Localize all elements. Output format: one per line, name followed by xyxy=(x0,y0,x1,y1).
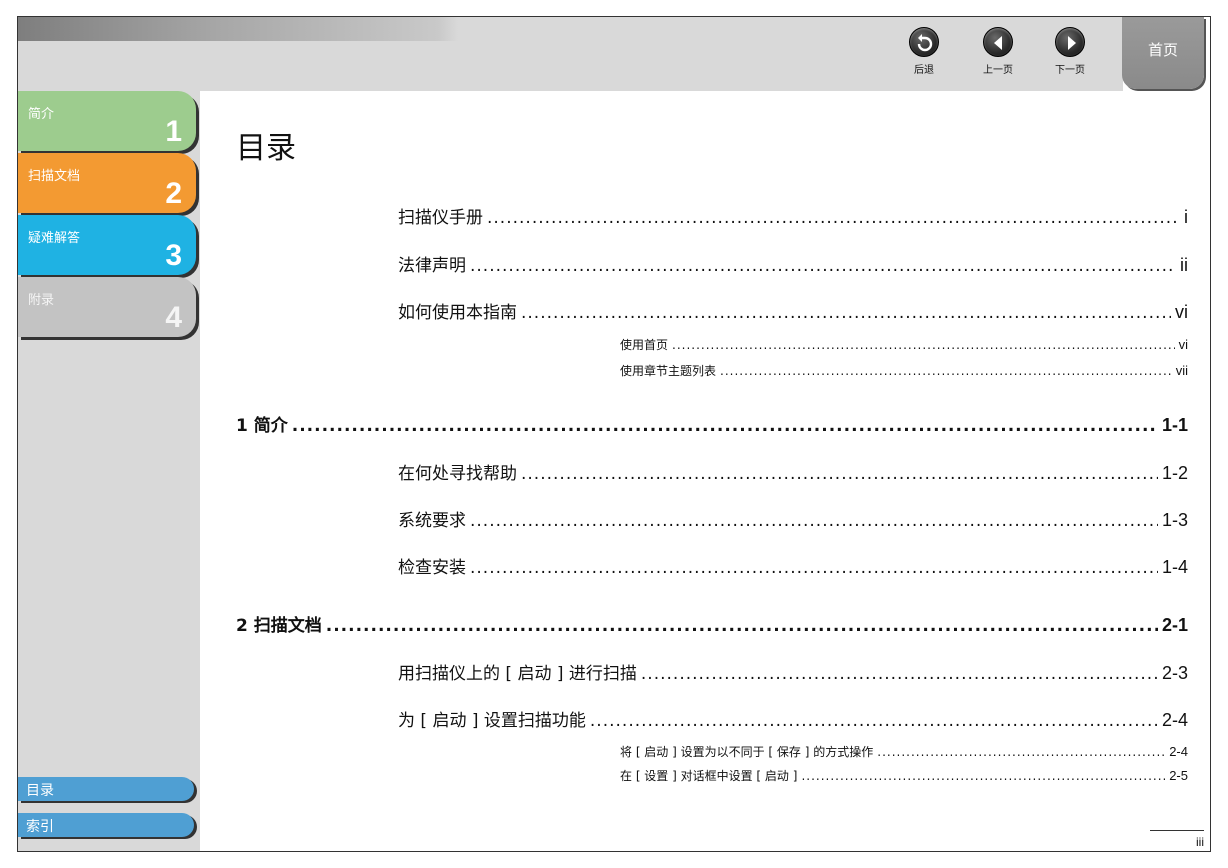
toc-entry[interactable]: 用扫描仪上的 [ 启动 ] 进行扫描 2-3 xyxy=(398,659,1188,684)
chapter-tab-appendix[interactable]: 附录 4 xyxy=(18,277,196,337)
home-button-label: 首页 xyxy=(1147,41,1178,59)
back-button[interactable]: 后退 xyxy=(896,27,952,89)
toc-leader-dots xyxy=(470,558,1158,578)
toc-leader-dots xyxy=(672,338,1175,352)
chapter-tab-title: 疑难解答 xyxy=(28,231,81,246)
contents-tab[interactable]: 目录 xyxy=(18,777,194,801)
toc-leader-dots xyxy=(326,616,1158,636)
toc-chapter-entry[interactable]: 2 扫描文档 2-1 xyxy=(236,611,1188,636)
toc-leader-dots xyxy=(877,745,1165,759)
toc-chapter-entry[interactable]: 1 简介 1-1 xyxy=(236,411,1188,436)
chapter-tab-number: 4 xyxy=(165,301,182,334)
toc-entry-page: 1-3 xyxy=(1161,510,1188,530)
toc-entry-label: 将 [ 启动 ] 设置为以不同于 [ 保存 ] 的方式操作 xyxy=(620,745,874,759)
toc-leader-dots xyxy=(720,364,1172,378)
toolbar-gradient-strip xyxy=(18,17,1123,41)
toc-entry-label: 使用章节主题列表 xyxy=(620,364,717,378)
toc-entry-page: 2-4 xyxy=(1169,744,1188,759)
chapter-tab-introduction[interactable]: 简介 1 xyxy=(18,91,196,151)
toc-entry-page: vii xyxy=(1175,363,1188,378)
triangle-right-icon xyxy=(1055,27,1085,57)
toc-entry[interactable]: 检查安装 1-4 xyxy=(398,553,1188,578)
chapter-tab-number: 2 xyxy=(165,177,182,210)
toc-entry-page: i xyxy=(1184,207,1188,227)
triangle-left-icon xyxy=(983,27,1013,57)
toc-leader-dots xyxy=(487,208,1180,228)
next-page-label: 下一页 xyxy=(1055,65,1085,76)
toc-entry-label: 1 简介 xyxy=(236,416,288,436)
page-title: 目录 xyxy=(236,131,296,166)
toc-entry-label: 扫描仪手册 xyxy=(398,208,483,228)
toc-entry[interactable]: 法律声明 ii xyxy=(398,251,1188,276)
chapter-tab-troubleshooting[interactable]: 疑难解答 3 xyxy=(18,215,196,275)
chapter-tab-number: 3 xyxy=(165,239,182,272)
contents-page: 目录 扫描仪手册 i 法律声明 ii 如何使用本指南 vi 使用首页 vi xyxy=(200,91,1210,851)
toc-entry-page: vi xyxy=(1175,302,1188,322)
toc-entry-page: 1-1 xyxy=(1161,415,1188,435)
toc-entry-page: 1-4 xyxy=(1161,557,1188,577)
page-number: iii xyxy=(1196,835,1204,849)
chapter-tab-scanning[interactable]: 扫描文档 2 xyxy=(18,153,196,213)
toc-entry-page: 2-4 xyxy=(1161,710,1188,730)
toc-entry-page: 1-2 xyxy=(1161,463,1188,483)
toc-entry[interactable]: 系统要求 1-3 xyxy=(398,506,1188,531)
toc-subentry[interactable]: 使用首页 vi xyxy=(620,336,1188,353)
toc-entry-label: 用扫描仪上的 [ 启动 ] 进行扫描 xyxy=(398,664,637,684)
toc-entry-page: 2-3 xyxy=(1161,663,1188,683)
chapter-sidebar: 简介 1 扫描文档 2 疑难解答 3 附录 4 目录 索引 xyxy=(18,91,200,851)
toc-entry-page: 2-1 xyxy=(1161,615,1188,635)
previous-page-button[interactable]: 上一页 xyxy=(970,27,1026,89)
toc-entry-label: 如何使用本指南 xyxy=(398,303,517,323)
toc-leader-dots xyxy=(590,711,1158,731)
toc-entry-label: 在何处寻找帮助 xyxy=(398,464,517,484)
toc-entry-label: 使用首页 xyxy=(620,338,669,352)
chapter-tab-number: 1 xyxy=(165,115,182,148)
toc-entry-page: ii xyxy=(1180,255,1188,275)
toc-entry[interactable]: 扫描仪手册 i xyxy=(398,203,1188,228)
toc-subentry[interactable]: 将 [ 启动 ] 设置为以不同于 [ 保存 ] 的方式操作 2-4 xyxy=(620,743,1188,760)
toc-entry-page: vi xyxy=(1178,337,1188,352)
toc-leader-dots xyxy=(292,416,1158,436)
toolbar-body xyxy=(18,41,1123,91)
back-arrow-icon xyxy=(909,27,939,57)
toc-entry[interactable]: 如何使用本指南 vi xyxy=(398,298,1188,323)
toc-leader-dots xyxy=(470,511,1158,531)
index-tab[interactable]: 索引 xyxy=(18,813,194,837)
toc-leader-dots xyxy=(641,664,1158,684)
toc-entry[interactable]: 为 [ 启动 ] 设置扫描功能 2-4 xyxy=(398,706,1188,731)
toc-entry-label: 法律声明 xyxy=(398,256,466,276)
previous-page-label: 上一页 xyxy=(983,65,1013,76)
toc-leader-dots xyxy=(521,303,1171,323)
toc-entry-label: 在 [ 设置 ] 对话框中设置 [ 启动 ] xyxy=(620,769,798,783)
top-toolbar: 后退 上一页 下一页 xyxy=(18,17,1123,91)
chapter-tab-title: 扫描文档 xyxy=(28,169,81,184)
toc-leader-dots xyxy=(521,464,1158,484)
toc-leader-dots xyxy=(470,256,1176,276)
toc-entry[interactable]: 在何处寻找帮助 1-2 xyxy=(398,459,1188,484)
toc-subentry[interactable]: 在 [ 设置 ] 对话框中设置 [ 启动 ] 2-5 xyxy=(620,767,1188,784)
chapter-tab-title: 附录 xyxy=(28,293,55,308)
back-button-label: 后退 xyxy=(914,65,934,76)
toc-leader-dots xyxy=(801,769,1165,783)
toc-entry-label: 2 扫描文档 xyxy=(236,616,322,636)
toc-subentry[interactable]: 使用章节主题列表 vii xyxy=(620,362,1188,379)
toc-entry-label: 为 [ 启动 ] 设置扫描功能 xyxy=(398,711,586,731)
home-button[interactable]: 首页 xyxy=(1122,17,1204,89)
next-page-button[interactable]: 下一页 xyxy=(1042,27,1098,89)
document-window: 后退 上一页 下一页 首页 简介 1 扫描文档 2 疑难解答 3 附录 4 目录… xyxy=(17,16,1211,852)
toc-entry-page: 2-5 xyxy=(1169,768,1188,783)
toc-entry-label: 检查安装 xyxy=(398,558,466,578)
page-number-rule xyxy=(1150,830,1204,831)
chapter-tab-title: 简介 xyxy=(28,107,55,122)
toc-entry-label: 系统要求 xyxy=(398,511,466,531)
